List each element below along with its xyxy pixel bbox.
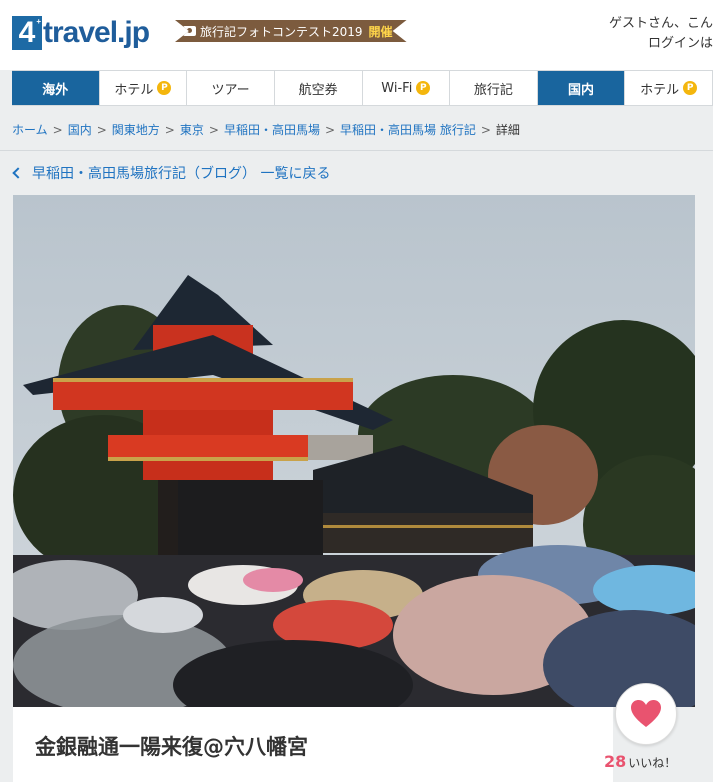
breadcrumb-kanto[interactable]: 関東地方: [112, 123, 160, 137]
chevron-left-icon: [12, 167, 24, 179]
like-count: 28: [604, 752, 627, 771]
back-link-label: 早稲田・高田馬場旅行記（ブログ） 一覧に戻る: [32, 166, 331, 182]
like-counter: 28 いいね！: [604, 752, 676, 771]
nav-overseas[interactable]: 海外: [12, 71, 100, 105]
photo-contest-banner[interactable]: 旅行記フォトコンテスト2019 開催: [175, 20, 407, 42]
travelogue-title: 金銀融通一陽来復@穴八幡宮: [35, 735, 308, 759]
nav-hotel-domestic[interactable]: ホテル P: [625, 71, 713, 105]
global-nav: 海外 ホテル P ツアー 航空券 Wi-Fi P 旅行記 国内 ホテル P: [12, 70, 713, 106]
guest-greeting: ゲストさん、こん: [608, 16, 713, 31]
logo-wordmark: travel.jp: [43, 16, 150, 49]
breadcrumb-domestic[interactable]: 国内: [68, 123, 92, 137]
nav-flights[interactable]: 航空券: [275, 71, 363, 105]
shrine-photo-image: [13, 195, 695, 707]
cover-photo[interactable]: [13, 195, 695, 707]
nav-domestic[interactable]: 国内: [537, 71, 626, 105]
breadcrumb-waseda[interactable]: 早稲田・高田馬場: [224, 123, 320, 137]
points-icon: P: [157, 81, 172, 95]
4travel-logo[interactable]: 4 + travel.jp: [12, 10, 150, 50]
camera-icon: [183, 26, 196, 36]
travelogue-title-card: 金銀融通一陽来復@穴八幡宮: [13, 707, 613, 782]
nav-travelogue[interactable]: 旅行記: [450, 71, 538, 105]
like-button[interactable]: [615, 683, 677, 745]
points-icon: P: [416, 81, 431, 95]
back-to-list-link[interactable]: 早稲田・高田馬場旅行記（ブログ） 一覧に戻る: [12, 163, 331, 183]
nav-wifi[interactable]: Wi-Fi P: [363, 71, 451, 105]
points-icon: P: [683, 81, 698, 95]
contest-label: 旅行記フォトコンテスト2019: [200, 24, 363, 39]
login-link[interactable]: ログインは: [593, 34, 713, 54]
breadcrumb-waseda-travelogue[interactable]: 早稲田・高田馬場 旅行記: [340, 123, 476, 137]
divider: [0, 150, 713, 151]
breadcrumb-tokyo[interactable]: 東京: [180, 123, 204, 137]
breadcrumb: ホーム > 国内 > 関東地方 > 東京 > 早稲田・高田馬場 > 早稲田・高田馬場 旅行記 > 詳細: [12, 123, 520, 137]
nav-hotel-overseas[interactable]: ホテル P: [100, 71, 188, 105]
guest-area: ゲストさん、こん ログインは: [593, 14, 713, 54]
like-label: いいね！: [628, 756, 677, 770]
nav-tour[interactable]: ツアー: [187, 71, 275, 105]
site-header: 4 + travel.jp 旅行記フォトコンテスト2019 開催 ゲストさん、こん…: [0, 0, 713, 70]
breadcrumb-home[interactable]: ホーム: [12, 123, 48, 137]
heart-icon: [631, 700, 661, 727]
breadcrumb-current: 詳細: [495, 123, 520, 137]
contest-status: 開催: [368, 24, 393, 39]
logo-mark: 4 +: [12, 16, 42, 50]
